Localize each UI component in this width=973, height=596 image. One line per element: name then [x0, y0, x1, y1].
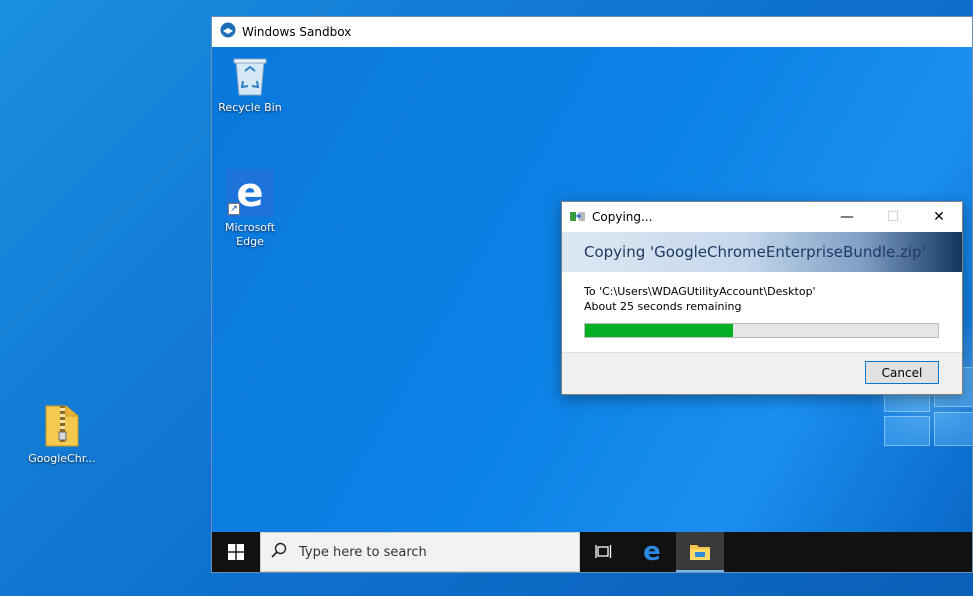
dialog-body: To 'C:\Users\WDAGUtilityAccount\Desktop'… — [562, 272, 962, 338]
file-explorer-icon — [690, 545, 710, 560]
dialog-header: Copying 'GoogleChromeEnterpriseBundle.zi… — [562, 232, 962, 272]
copy-progress-dialog: Copying... — ☐ ✕ Copying 'GoogleChromeEn… — [561, 201, 963, 395]
copy-heading: Copying 'GoogleChromeEnterpriseBundle.zi… — [584, 243, 926, 261]
minimize-button[interactable]: — — [824, 202, 870, 232]
time-remaining: About 25 seconds remaining — [584, 300, 742, 313]
search-placeholder: Type here to search — [299, 544, 427, 560]
dialog-titlebar[interactable]: Copying... — ☐ ✕ — [562, 202, 962, 232]
dialog-footer: Cancel — [562, 352, 962, 394]
edge-label-line1: Microsoft — [224, 221, 276, 234]
copy-destination: To 'C:\Users\WDAGUtilityAccount\Desktop' — [584, 285, 816, 298]
edge-taskbar-button[interactable]: e — [628, 532, 676, 572]
close-button[interactable]: ✕ — [916, 202, 962, 232]
taskbar-search-box[interactable]: Type here to search — [260, 532, 580, 572]
copy-progress-bar — [584, 323, 939, 338]
windows-logo-icon — [228, 544, 244, 560]
copy-progress-fill — [585, 324, 734, 337]
recycle-bin-icon — [231, 55, 269, 97]
recycle-bin-shortcut[interactable]: Recycle Bin — [212, 55, 288, 115]
edge-icon: e ↗ — [226, 169, 274, 217]
start-button[interactable] — [212, 532, 260, 572]
host-desktop-zip-file[interactable]: GoogleChr... — [24, 402, 100, 466]
edge-shortcut[interactable]: e ↗ Microsoft Edge — [212, 169, 288, 249]
edge-label-line2: Edge — [236, 235, 264, 248]
taskbar: Type here to search e — [212, 532, 972, 572]
sandbox-app-icon — [220, 22, 236, 42]
zip-file-label: GoogleChr... — [28, 452, 96, 465]
wallpaper-logo-pane — [934, 412, 972, 446]
search-icon — [271, 542, 287, 562]
recycle-bin-label: Recycle Bin — [218, 101, 282, 114]
file-explorer-taskbar-button[interactable] — [676, 532, 724, 572]
maximize-button: ☐ — [886, 209, 900, 225]
task-view-icon — [595, 545, 612, 558]
sandbox-titlebar[interactable]: Windows Sandbox — [212, 17, 972, 47]
copy-icon — [570, 208, 586, 227]
edge-taskbar-icon: e — [643, 537, 661, 567]
sandbox-window-title: Windows Sandbox — [242, 25, 352, 39]
wallpaper-logo-pane — [884, 416, 930, 446]
dialog-title: Copying... — [592, 210, 653, 224]
task-view-button[interactable] — [580, 532, 628, 572]
cancel-button[interactable]: Cancel — [865, 361, 939, 384]
zip-folder-icon — [44, 402, 80, 448]
shortcut-arrow-icon: ↗ — [228, 203, 240, 215]
